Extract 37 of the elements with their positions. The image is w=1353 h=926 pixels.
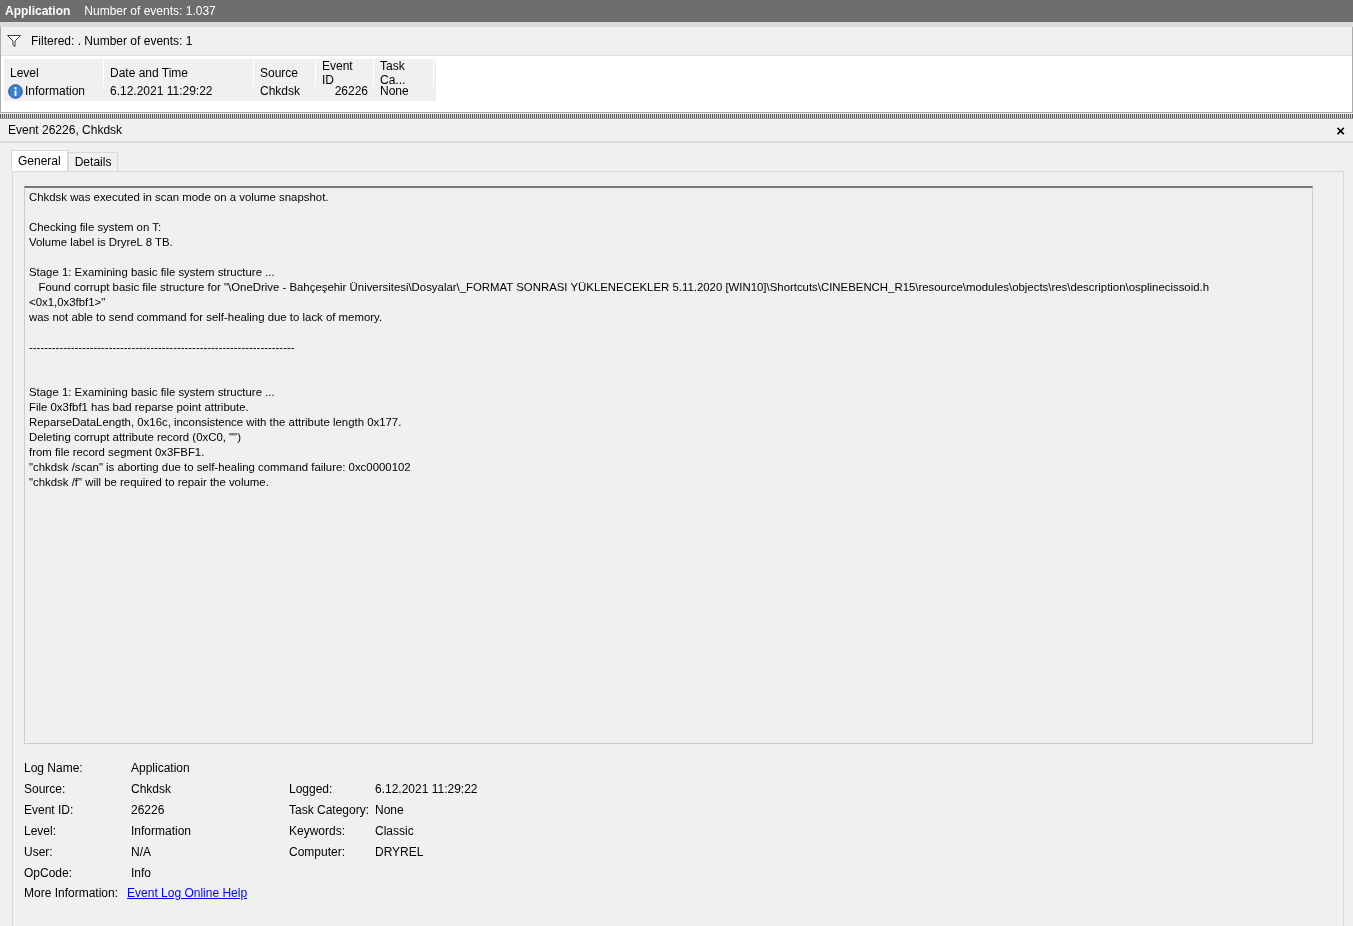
log-name: Application xyxy=(5,4,71,18)
field-label: Keywords: xyxy=(289,823,347,839)
field-value: None xyxy=(375,802,405,818)
field-label: Log Name: xyxy=(24,760,84,776)
field-value: Information xyxy=(131,823,193,839)
close-button[interactable]: × xyxy=(1336,121,1345,139)
field-label: More Information: xyxy=(24,886,119,900)
field-value: Application xyxy=(131,760,191,776)
event-count: Number of events: 1.037 xyxy=(84,4,216,18)
info-icon xyxy=(8,83,23,99)
tab[interactable]: Details xyxy=(67,152,119,171)
help-link[interactable]: Event Log Online Help xyxy=(127,886,248,900)
filter-icon xyxy=(7,35,21,47)
table-cell: 26226 xyxy=(334,84,368,98)
field-label: Event ID: xyxy=(24,802,75,818)
table-cell: None xyxy=(380,84,409,98)
field-label: Task Category: xyxy=(289,802,371,818)
event-message: Chkdsk was executed in scan mode on a volume snapshot. Checking file system on T: Volume label is DryreL 8 TB. Stage 1: Examining basic file system structure ... Found corrupt basic file structure for "\OneDrive - Bahçeşehir Üniversitesi\Dosyalar\_FORMAT SONRASI YÜKLENECEKLER 5.11.2020 [WIN10]\Shortcuts\CINEBENCH_R15\resource\modules\objects\res\description\osplinecissoid.h <0x1,0x3fbf1>" was not able to send command for self-healing due to lack of memory. ---------------------------------------------------------------------- Stage 1: Examining basic file system structure ... File 0x3fbf1 has bad reparse point attribute. ReparseDataLength, 0x16c, inconsistence with the attribute length 0x177. Deleting corrupt attribute record (0xC0, "") from file record segment 0x3FBF1. "chkdsk /scan" is aborting due to self-healing command failure: 0xc0000102 "chkdsk /f" will be required to repair the volume. xyxy=(24,186,1313,744)
field-value: N/A xyxy=(131,844,152,860)
field-value: 26226 xyxy=(131,802,166,818)
field-label: OpCode: xyxy=(24,865,74,881)
field-label: Computer: xyxy=(289,844,347,860)
table-cell: Information xyxy=(25,84,86,98)
field-value: Info xyxy=(131,865,152,881)
field-value: 6.12.2021 11:29:22 xyxy=(375,781,479,797)
field-label: Source: xyxy=(24,781,67,797)
tab[interactable]: General xyxy=(11,150,68,171)
field-label: User: xyxy=(24,844,54,860)
table-cell: 6.12.2021 11:29:22 xyxy=(110,84,213,98)
field-label: Logged: xyxy=(289,781,334,797)
filter-status: Filtered: . Number of events: 1 xyxy=(31,34,193,48)
field-value: Chkdsk xyxy=(131,781,172,797)
table-cell: Chkdsk xyxy=(260,84,300,98)
event-title: Event 26226, Chkdsk xyxy=(8,123,123,137)
field-value: DRYREL xyxy=(375,844,425,860)
field-label: Level: xyxy=(24,823,58,839)
field-value: Classic xyxy=(375,823,415,839)
